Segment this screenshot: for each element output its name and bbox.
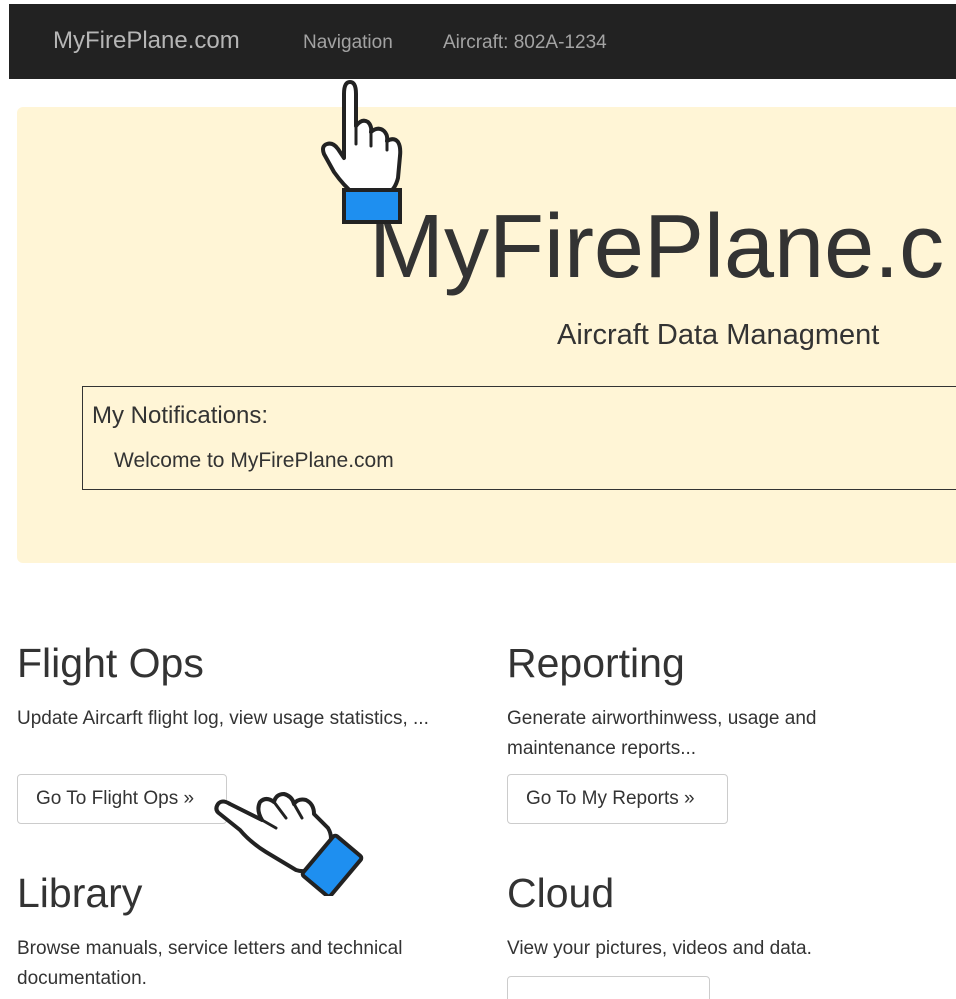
notifications-panel: My Notifications: Welcome to MyFirePlane… (82, 386, 956, 490)
top-navbar: MyFirePlane.com Navigation Aircraft: 802… (9, 4, 956, 79)
notification-message: Welcome to MyFirePlane.com (114, 449, 394, 472)
flight-ops-heading: Flight Ops (17, 640, 204, 686)
flight-ops-section: Flight Ops Update Aircarft flight log, v… (17, 640, 467, 824)
cloud-description: View your pictures, videos and data. (507, 938, 812, 959)
library-description: Browse manuals, service letters and tech… (17, 938, 403, 989)
pointing-hand-cursor-icon (321, 80, 403, 224)
go-to-reports-button[interactable]: Go To My Reports » (507, 774, 728, 824)
navbar-brand-link[interactable]: MyFirePlane.com (53, 27, 240, 55)
aircraft-selector-link[interactable]: Aircraft: 802A-1234 (443, 32, 607, 54)
pointing-hand-cursor-icon (214, 792, 364, 896)
flight-ops-description: Update Aircarft flight log, view usage s… (17, 708, 429, 729)
go-to-flight-ops-button[interactable]: Go To Flight Ops » (17, 774, 227, 824)
notifications-title: My Notifications: (92, 402, 269, 429)
cloud-section: Cloud View your pictures, videos and dat… (507, 870, 927, 999)
hero-title: MyFirePlane.c (369, 197, 945, 297)
cloud-heading: Cloud (507, 870, 615, 916)
go-to-cloud-button[interactable] (507, 976, 710, 999)
navigation-menu-link[interactable]: Navigation (303, 32, 393, 54)
hero-subtitle: Aircraft Data Managment (557, 319, 880, 351)
page: MyFirePlane.com Navigation Aircraft: 802… (0, 0, 956, 999)
reporting-section: Reporting Generate airworthinwess, usage… (507, 640, 927, 824)
hero-jumbotron: MyFirePlane.c Aircraft Data Managment My… (17, 107, 956, 563)
reporting-description: Generate airworthinwess, usage and maint… (507, 708, 817, 759)
reporting-heading: Reporting (507, 640, 685, 686)
